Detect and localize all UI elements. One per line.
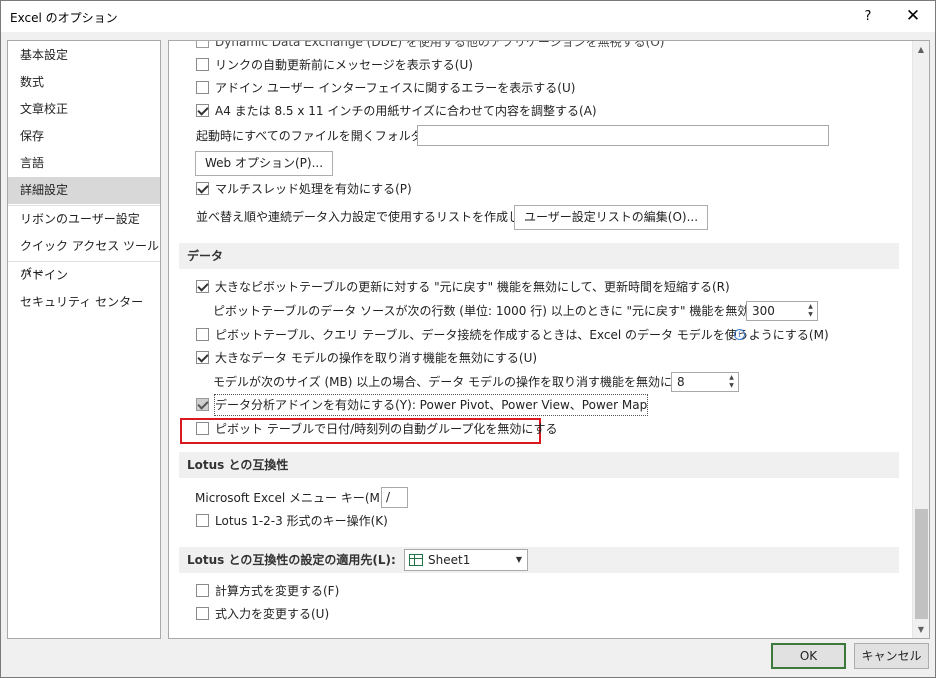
checkbox[interactable] — [196, 81, 209, 94]
sidebar-item-formulas[interactable]: 数式 — [8, 69, 160, 96]
option-label: Dynamic Data Exchange (DDE) を使用する他のアプリケー… — [215, 40, 665, 49]
excel-options-dialog: Excel のオプション ? ✕ 基本設定 数式 文章校正 保存 言語 詳細設定… — [0, 0, 936, 678]
checkbox[interactable] — [196, 182, 209, 195]
sidebar-item-save[interactable]: 保存 — [8, 123, 160, 150]
lotus-section-header: Lotus との互換性 — [179, 452, 899, 478]
sidebar-item-language[interactable]: 言語 — [8, 150, 160, 177]
menu-key-label: Microsoft Excel メニュー キー(M): — [195, 491, 389, 505]
window-title: Excel のオプション — [10, 11, 118, 25]
option-label: A4 または 8.5 x 11 インチの用紙サイズに合わせて内容を調整する(A) — [215, 104, 597, 118]
custom-lists-label: 並べ替え順や連続データ入力設定で使用するリストを作成します: — [196, 210, 549, 224]
sidebar-item-general[interactable]: 基本設定 — [8, 42, 160, 69]
checkbox[interactable] — [196, 58, 209, 71]
spin-arrows-icon[interactable]: ▲ ▼ — [806, 303, 815, 319]
checkbox[interactable] — [196, 41, 209, 48]
chevron-down-icon: ▼ — [515, 555, 522, 564]
sheet-name: Sheet1 — [428, 553, 471, 567]
sidebar-item-proofing[interactable]: 文章校正 — [8, 96, 160, 123]
spinner-value: 300 — [752, 304, 775, 318]
checkbox[interactable] — [196, 328, 209, 341]
checkbox[interactable] — [196, 104, 209, 117]
pivot-rows-label: ピボットテーブルのデータ ソースが次の行数 (単位: 1000 行) 以上のとき… — [213, 304, 808, 318]
startup-folder-input[interactable] — [417, 125, 829, 146]
spinner-value: 8 — [677, 375, 685, 389]
spin-arrows-icon[interactable]: ▲ ▼ — [727, 374, 736, 390]
sidebar-item-trust-center[interactable]: セキュリティ センター — [8, 289, 160, 316]
option-label: 式入力を変更する(U) — [215, 607, 330, 621]
option-label: データ分析アドインを有効にする(Y): Power Pivot、Power Vi… — [213, 394, 649, 416]
web-options-button[interactable]: Web オプション(P)... — [195, 151, 334, 176]
checkbox[interactable] — [196, 607, 209, 620]
menu-key-input[interactable]: / — [381, 487, 408, 508]
option-label: アドイン ユーザー インターフェイスに関するエラーを表示する(U) — [215, 81, 576, 95]
title-bar: Excel のオプション ? ✕ — [1, 1, 935, 32]
option-label: 大きなデータ モデルの操作を取り消す機能を無効にする(U) — [215, 351, 538, 365]
vertical-scrollbar[interactable]: ▲ ▼ — [912, 41, 929, 638]
lotus-settings-section-header: Lotus との互換性の設定の適用先(L): — [179, 547, 899, 573]
checkbox[interactable] — [196, 398, 209, 411]
option-label: 計算方式を変更する(F) — [215, 584, 340, 598]
option-label: Lotus 1-2-3 形式のキー操作(K) — [215, 514, 388, 528]
checkbox[interactable] — [196, 280, 209, 293]
cancel-button[interactable]: キャンセル — [854, 643, 929, 669]
model-size-label: モデルが次のサイズ (MB) 以上の場合、データ モデルの操作を取り消す機能を無… — [213, 375, 717, 389]
sidebar-item-addins[interactable]: アドイン — [8, 262, 160, 289]
data-section-header: データ — [179, 243, 899, 269]
scrollbar-thumb[interactable] — [915, 509, 928, 619]
worksheet-icon — [409, 554, 423, 566]
checkbox[interactable] — [196, 351, 209, 364]
checkbox[interactable] — [196, 422, 209, 435]
model-size-spinner[interactable]: 8 ▲ ▼ — [671, 372, 739, 392]
option-label: リンクの自動更新前にメッセージを表示する(U) — [215, 58, 473, 72]
section-title: Lotus との互換性の設定の適用先(L): — [187, 553, 396, 567]
checkbox[interactable] — [196, 584, 209, 597]
info-icon[interactable]: i — [734, 329, 745, 340]
options-sidebar: 基本設定 数式 文章校正 保存 言語 詳細設定 リボンのユーザー設定 クイック … — [7, 40, 161, 639]
option-label: ピボット テーブルで日付/時刻列の自動グループ化を無効にする — [215, 422, 558, 436]
scroll-down-icon[interactable]: ▼ — [913, 621, 929, 638]
sidebar-item-quick-access-toolbar[interactable]: クイック アクセス ツール バー — [8, 233, 160, 280]
sheet-dropdown[interactable]: Sheet1 ▼ — [404, 549, 528, 571]
option-label: 大きなピボットテーブルの更新に対する "元に戻す" 機能を無効にして、更新時間を… — [215, 280, 730, 294]
sidebar-item-customize-ribbon[interactable]: リボンのユーザー設定 — [8, 206, 160, 233]
option-label: マルチスレッド処理を有効にする(P) — [215, 182, 412, 196]
close-button[interactable]: ✕ — [890, 1, 936, 32]
help-button[interactable]: ? — [845, 1, 891, 32]
advanced-options-panel: Dynamic Data Exchange (DDE) を使用する他のアプリケー… — [168, 40, 930, 639]
ok-button[interactable]: OK — [771, 643, 846, 669]
scroll-up-icon[interactable]: ▲ — [913, 41, 929, 58]
edit-custom-lists-button[interactable]: ユーザー設定リストの編集(O)... — [514, 205, 709, 230]
checkbox[interactable] — [196, 514, 209, 527]
pivot-rows-spinner[interactable]: 300 ▲ ▼ — [746, 301, 818, 321]
sidebar-item-advanced[interactable]: 詳細設定 — [8, 177, 160, 204]
